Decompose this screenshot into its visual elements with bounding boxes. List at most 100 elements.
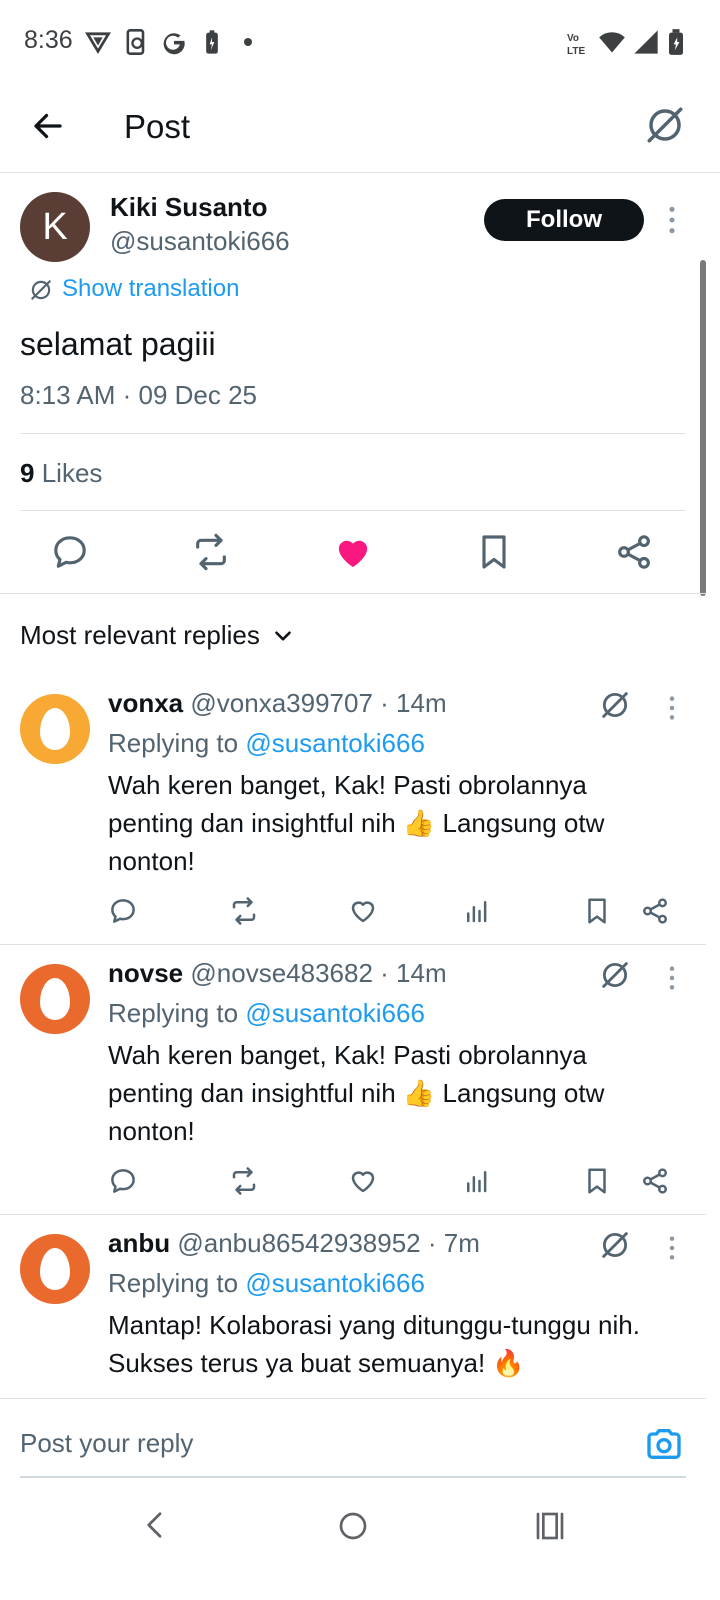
reply-avatar[interactable] bbox=[20, 1234, 90, 1304]
more-options-icon[interactable] bbox=[662, 694, 682, 722]
reply-item[interactable]: vonxa @vonxa399707 · 14m Replying to @su… bbox=[0, 680, 706, 944]
reply-icon[interactable] bbox=[50, 532, 90, 572]
egg-avatar-icon bbox=[40, 708, 70, 750]
egg-avatar-icon bbox=[40, 1248, 70, 1290]
divider bbox=[0, 1214, 706, 1215]
share-icon[interactable] bbox=[640, 896, 670, 926]
reply-header: novse @novse483682 · 14m bbox=[108, 958, 447, 989]
likes-stat[interactable]: 9 Likes bbox=[20, 458, 102, 489]
reply-time: · 14m bbox=[380, 688, 447, 718]
show-translation-link[interactable]: Show translation bbox=[62, 275, 239, 303]
translate-icon[interactable] bbox=[598, 1228, 632, 1262]
reply-time: · 7m bbox=[427, 1228, 480, 1258]
page-title: Post bbox=[124, 108, 191, 145]
author-avatar[interactable]: K bbox=[20, 192, 90, 262]
reply-input[interactable]: Post your reply bbox=[20, 1428, 193, 1459]
system-home-icon[interactable] bbox=[337, 1510, 369, 1542]
views-icon[interactable] bbox=[462, 1166, 492, 1196]
battery-icon bbox=[669, 29, 683, 55]
share-icon[interactable] bbox=[640, 1166, 670, 1196]
volte-icon: Vo LTE bbox=[567, 33, 585, 56]
camera-icon[interactable] bbox=[644, 1424, 684, 1464]
reply-item[interactable]: anbu @anbu86542938952 · 7m Replying to @… bbox=[0, 1220, 706, 1398]
chevron-down-icon bbox=[275, 630, 291, 641]
bookmark-icon[interactable] bbox=[582, 896, 612, 926]
replies-sort-dropdown[interactable]: Most relevant replies bbox=[20, 620, 296, 651]
reply-icon[interactable] bbox=[108, 896, 138, 926]
replying-to-handle[interactable]: @susantoki666 bbox=[245, 728, 425, 758]
replying-to-prefix: Replying to bbox=[108, 998, 239, 1028]
bookmark-icon[interactable] bbox=[474, 532, 514, 572]
reply-author-handle[interactable]: @novse483682 bbox=[190, 958, 373, 988]
egg-avatar-icon bbox=[40, 978, 70, 1020]
translate-small-icon bbox=[31, 280, 51, 300]
reply-avatar[interactable] bbox=[20, 694, 90, 764]
divider bbox=[0, 1398, 706, 1399]
notification-dot-icon bbox=[244, 38, 252, 46]
heart-filled-icon[interactable] bbox=[332, 532, 374, 572]
reply-avatar[interactable] bbox=[20, 964, 90, 1034]
more-options-icon[interactable] bbox=[662, 1234, 682, 1262]
author-handle[interactable]: @susantoki666 bbox=[110, 226, 290, 257]
divider bbox=[20, 510, 686, 511]
reply-action-bar bbox=[0, 1162, 706, 1202]
bookmark-icon[interactable] bbox=[582, 1166, 612, 1196]
system-recents-icon[interactable] bbox=[534, 1510, 566, 1542]
reply-author-name[interactable]: novse bbox=[108, 958, 183, 988]
status-bar: 8:36 Vo LTE bbox=[0, 0, 720, 88]
system-back-icon[interactable] bbox=[140, 1510, 170, 1540]
more-options-icon[interactable] bbox=[658, 204, 686, 236]
translate-icon[interactable] bbox=[644, 104, 686, 146]
likes-count: 9 bbox=[20, 458, 35, 488]
replying-to-prefix: Replying to bbox=[108, 1268, 239, 1298]
reply-action-bar bbox=[0, 892, 706, 932]
post-text: selamat pagiii bbox=[20, 326, 216, 362]
divider bbox=[0, 944, 706, 945]
repost-icon[interactable] bbox=[228, 896, 260, 926]
reply-author-handle[interactable]: @anbu86542938952 bbox=[177, 1228, 420, 1258]
replying-to-handle[interactable]: @susantoki666 bbox=[245, 1268, 425, 1298]
scrollbar[interactable] bbox=[700, 260, 706, 596]
battery-saver-icon bbox=[206, 30, 218, 54]
reply-text: Mantap! Kolaborasi yang ditunggu-tunggu … bbox=[108, 1310, 640, 1378]
divider bbox=[0, 593, 706, 594]
translate-icon[interactable] bbox=[598, 958, 632, 992]
phone-sync-icon bbox=[126, 29, 145, 55]
replies-sort-label: Most relevant replies bbox=[20, 620, 260, 650]
reply-icon[interactable] bbox=[108, 1166, 138, 1196]
google-icon bbox=[163, 33, 185, 55]
reply-author-handle[interactable]: @vonxa399707 bbox=[190, 688, 373, 718]
replying-to-handle[interactable]: @susantoki666 bbox=[245, 998, 425, 1028]
more-options-icon[interactable] bbox=[662, 964, 682, 992]
replying-to: Replying to @susantoki666 bbox=[108, 998, 425, 1029]
post-timestamp[interactable]: 8:13 AM · 09 Dec 25 bbox=[20, 380, 257, 411]
reply-text: Wah keren banget, Kak! Pasti obrolannya … bbox=[108, 1040, 605, 1146]
likes-label: Likes bbox=[41, 458, 103, 488]
author-name[interactable]: Kiki Susanto bbox=[110, 192, 267, 223]
reply-author-name[interactable]: vonxa bbox=[108, 688, 183, 718]
status-time: 8:36 bbox=[24, 26, 73, 54]
replying-to-prefix: Replying to bbox=[108, 728, 239, 758]
system-nav-bar bbox=[0, 1488, 720, 1600]
back-arrow-icon[interactable] bbox=[30, 108, 66, 144]
reply-item[interactable]: novse @novse483682 · 14m Replying to @su… bbox=[0, 950, 706, 1214]
translate-icon[interactable] bbox=[598, 688, 632, 722]
share-icon[interactable] bbox=[614, 532, 654, 572]
reply-text: Wah keren banget, Kak! Pasti obrolannya … bbox=[108, 770, 605, 876]
svg-text:Vo: Vo bbox=[567, 33, 579, 44]
wifi-icon bbox=[599, 32, 625, 53]
replying-to: Replying to @susantoki666 bbox=[108, 1268, 425, 1299]
svg-text:LTE: LTE bbox=[567, 46, 585, 56]
views-icon[interactable] bbox=[462, 896, 492, 926]
repost-icon[interactable] bbox=[228, 1166, 260, 1196]
cell-signal-icon bbox=[634, 30, 658, 54]
reply-time: · 14m bbox=[380, 958, 447, 988]
heart-icon[interactable] bbox=[347, 896, 379, 926]
reply-author-name[interactable]: anbu bbox=[108, 1228, 170, 1258]
repost-icon[interactable] bbox=[190, 532, 232, 572]
reply-composer[interactable]: Post your reply bbox=[20, 1412, 686, 1478]
vpn-shield-icon bbox=[85, 32, 111, 55]
heart-icon[interactable] bbox=[347, 1166, 379, 1196]
divider bbox=[20, 433, 686, 434]
follow-button[interactable]: Follow bbox=[484, 199, 644, 241]
